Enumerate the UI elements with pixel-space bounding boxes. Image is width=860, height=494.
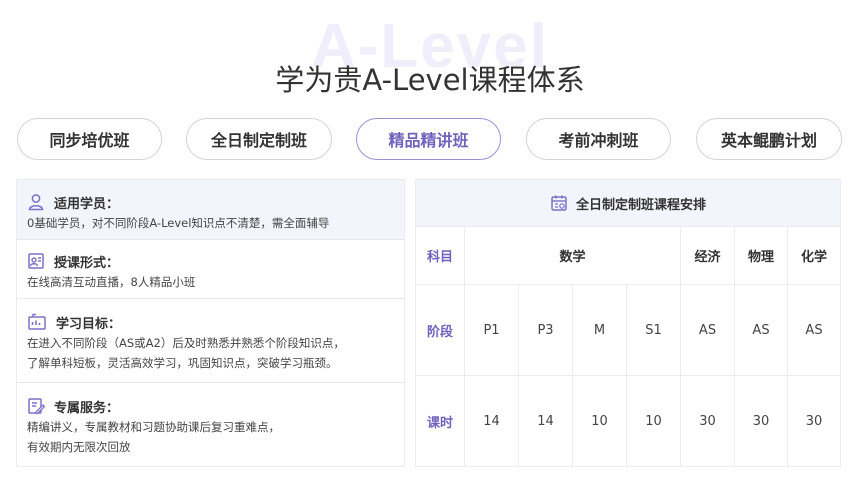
info-service-title: 专属服务： <box>54 400 120 416</box>
info-service-text-line1: 精编讲义，专属教材和习题协助课后复习重难点， <box>27 420 280 434</box>
info-format-title: 授课形式： <box>54 255 120 271</box>
hours-cell: 30 <box>787 375 840 466</box>
course-info-panel: 适用学员： 0基础学员，对不同阶段A-Level知识点不清楚，需全面辅导 授课形… <box>16 179 405 467</box>
tab-uk-plan[interactable]: 英本鲲鹏计划 <box>696 118 842 160</box>
teach-icon <box>28 253 44 269</box>
target-icon <box>28 313 46 330</box>
info-audience-text: 0基础学员，对不同阶段A-Level知识点不清楚，需全面辅导 <box>27 216 330 230</box>
person-icon <box>28 194 44 211</box>
info-goal: 学习目标： 在进入不同阶段（AS或A2）后及时熟悉并熟悉个阶段知识点， 了解单科… <box>17 299 404 383</box>
row-label-subject: 科目 <box>416 226 464 284</box>
course-tabs: 同步培优班 全日制定制班 精品精讲班 考前冲刺班 英本鲲鹏计划 <box>0 118 860 162</box>
stage-cell: AS <box>680 284 734 375</box>
schedule-header: 全日制定制班课程安排 <box>416 180 840 226</box>
tab-sync[interactable]: 同步培优班 <box>17 118 162 160</box>
info-format: 授课形式： 在线高清互动直播，8人精品小班 <box>17 240 404 299</box>
stage-cell: P1 <box>464 284 518 375</box>
info-service-text-line2: 有效期内无限次回放 <box>27 440 131 454</box>
row-label-hours: 课时 <box>416 375 464 466</box>
schedule-table: 科目 数学 经济 物理 化学 阶段 P1 P3 M S1 AS AS AS 课时… <box>416 226 840 466</box>
info-goal-title: 学习目标： <box>56 316 122 332</box>
service-icon <box>28 398 45 415</box>
info-goal-text-line1: 在进入不同阶段（AS或A2）后及时熟悉并熟悉个阶段知识点， <box>27 336 345 350</box>
subject-chemistry: 化学 <box>787 226 840 284</box>
hours-cell: 14 <box>518 375 572 466</box>
schedule-title: 全日制定制班课程安排 <box>575 197 706 213</box>
stage-cell: M <box>572 284 626 375</box>
subject-math: 数学 <box>464 226 680 284</box>
row-label-stage: 阶段 <box>416 284 464 375</box>
hours-cell: 14 <box>464 375 518 466</box>
tab-sprint[interactable]: 考前冲刺班 <box>526 118 671 160</box>
hours-cell: 10 <box>572 375 626 466</box>
subject-physics: 物理 <box>734 226 787 284</box>
hours-cell: 30 <box>680 375 734 466</box>
subject-economics: 经济 <box>680 226 734 284</box>
stage-cell: P3 <box>518 284 572 375</box>
info-audience-title: 适用学员： <box>54 196 120 212</box>
calendar-icon <box>551 195 567 211</box>
tab-fulltime[interactable]: 全日制定制班 <box>186 118 332 160</box>
info-service: 专属服务： 精编讲义，专属教材和习题协助课后复习重难点， 有效期内无限次回放 <box>17 383 404 466</box>
page-title: 学为贵A-Level课程体系 <box>275 63 585 97</box>
tab-premium[interactable]: 精品精讲班 <box>356 118 501 160</box>
stage-cell: AS <box>734 284 787 375</box>
info-format-text: 在线高清互动直播，8人精品小班 <box>27 275 196 289</box>
stage-cell: AS <box>787 284 840 375</box>
hours-cell: 10 <box>626 375 680 466</box>
hours-cell: 30 <box>734 375 787 466</box>
info-goal-text-line2: 了解单科短板，灵活高效学习，巩固知识点，突破学习瓶颈。 <box>27 356 338 370</box>
stage-cell: S1 <box>626 284 680 375</box>
info-audience: 适用学员： 0基础学员，对不同阶段A-Level知识点不清楚，需全面辅导 <box>17 180 404 240</box>
schedule-panel: 全日制定制班课程安排 科目 数学 经济 物理 化学 阶段 P1 P3 M S1 … <box>415 179 841 467</box>
